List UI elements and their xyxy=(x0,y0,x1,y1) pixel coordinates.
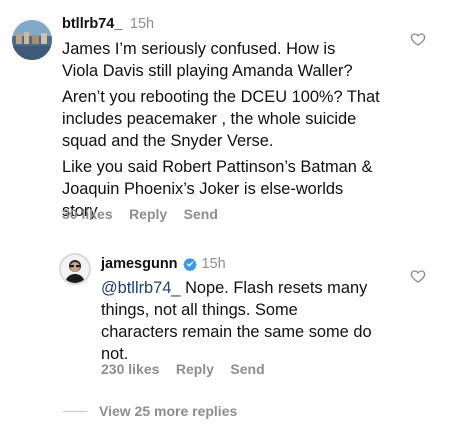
reply-button[interactable]: Reply xyxy=(129,206,167,222)
comment-line: squad and the Snyder Verse. xyxy=(62,132,274,150)
likes-count[interactable]: 230 likes xyxy=(101,361,159,377)
avatar[interactable] xyxy=(12,20,52,60)
comment-line: James I’m seriously confused. How is xyxy=(62,40,336,58)
comment-line: includes peacemaker , the whole suicide xyxy=(62,110,357,128)
comment-actions: 30 likes Reply Send xyxy=(62,206,218,224)
comment-body: James I’m seriously confused. How is Vio… xyxy=(62,38,380,222)
heart-outline-icon[interactable] xyxy=(410,31,426,47)
comment-username[interactable]: btllrb74_ xyxy=(62,16,122,32)
reply-text: Nope. Flash resets many xyxy=(180,279,368,297)
likes-count[interactable]: 30 likes xyxy=(62,206,113,222)
reply-line: things, not all things. Some xyxy=(101,301,298,319)
comment-line: Aren’t you rebooting the DCEU 100%? That xyxy=(62,88,380,106)
reply-time: 15h xyxy=(201,256,226,272)
send-button[interactable]: Send xyxy=(230,361,264,377)
view-more-replies-button[interactable]: View 25 more replies xyxy=(99,403,237,419)
comment-line: Like you said Robert Pattinson’s Batman … xyxy=(62,158,373,176)
reply-line: @btllrb74_ Nope. Flash resets many xyxy=(101,277,372,299)
reply-username[interactable]: jamesgunn xyxy=(101,256,178,272)
avatar[interactable] xyxy=(59,253,91,285)
reply-button[interactable]: Reply xyxy=(176,361,214,377)
comment-header: btllrb74_ 15h xyxy=(62,15,154,33)
send-button[interactable]: Send xyxy=(184,206,218,222)
comment-line: Viola Davis still playing Amanda Waller? xyxy=(62,62,353,80)
comment-time: 15h xyxy=(129,16,155,32)
comment-paragraph: James I’m seriously confused. How is Vio… xyxy=(62,38,380,82)
divider-line xyxy=(63,411,87,412)
mention-link[interactable]: @btllrb74_ xyxy=(101,279,181,297)
heart-outline-icon[interactable] xyxy=(410,268,426,284)
reply-header: jamesgunn 15h xyxy=(101,256,226,272)
comment-paragraph: Aren’t you rebooting the DCEU 100%? That… xyxy=(62,86,380,152)
reply-actions: 230 likes Reply Send xyxy=(101,361,265,379)
verified-badge-icon xyxy=(182,257,197,272)
reply-line: characters remain the same some do xyxy=(101,323,372,341)
reply-body: @btllrb74_ Nope. Flash resets many thing… xyxy=(101,277,372,365)
comment-line: Joaquin Phoenix’s Joker is else-worlds xyxy=(62,180,344,198)
